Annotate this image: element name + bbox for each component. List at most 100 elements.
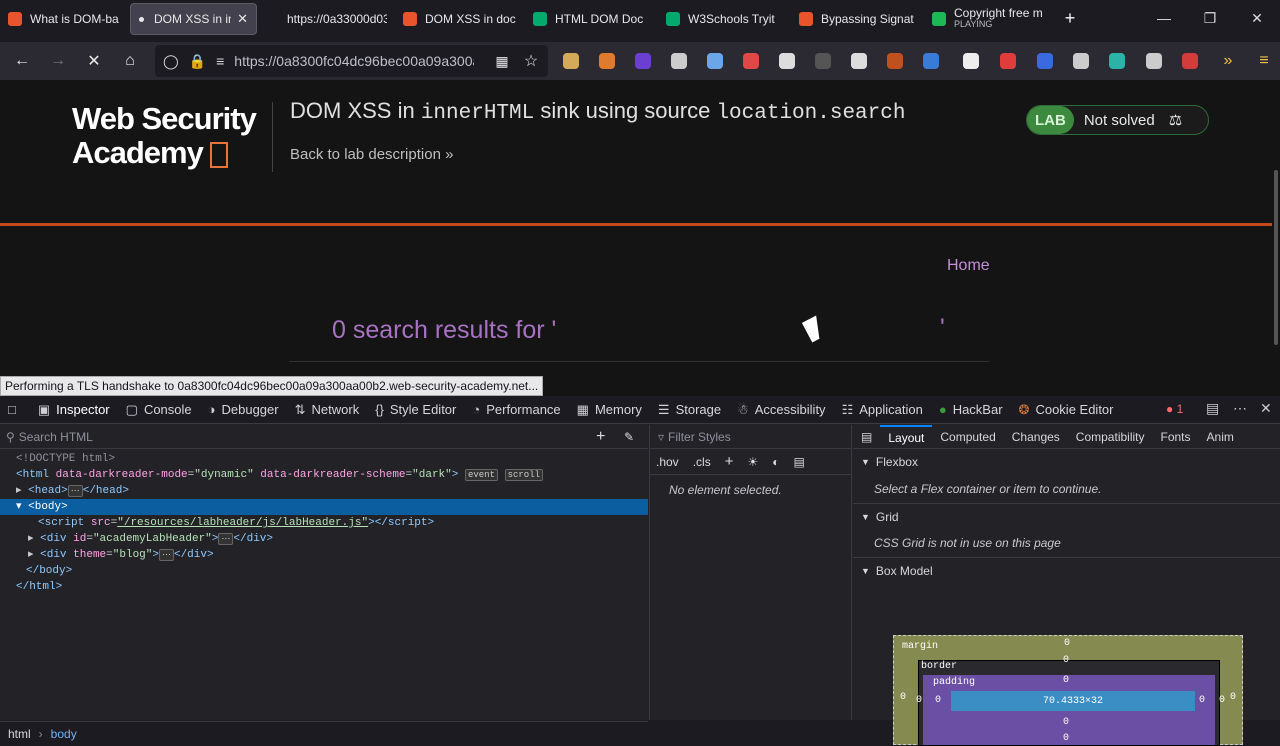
add-node-icon[interactable]: + bbox=[596, 428, 605, 446]
padding-right-value[interactable]: 0 bbox=[1199, 695, 1205, 706]
devtools-tab-application[interactable]: ☷ Application bbox=[834, 396, 931, 424]
bookmark-star-icon[interactable]: ☆ bbox=[515, 45, 547, 77]
close-devtools-icon[interactable]: ✕ bbox=[1260, 400, 1272, 417]
menu-icon[interactable]: ≡ bbox=[1248, 45, 1280, 77]
cube-extension-icon[interactable] bbox=[707, 53, 723, 69]
tree-script-node[interactable]: <script src="/resources/labheader/js/lab… bbox=[0, 515, 648, 531]
tab-changes[interactable]: Changes bbox=[1004, 425, 1068, 449]
padding-top-value[interactable]: 0 bbox=[1063, 675, 1069, 686]
red-extension-icon[interactable] bbox=[743, 53, 759, 69]
more-options-icon[interactable]: ⋯ bbox=[1233, 400, 1247, 417]
dark-mode-icon[interactable]: ◐ bbox=[772, 455, 779, 469]
tab-compatibility[interactable]: Compatibility bbox=[1068, 425, 1153, 449]
tree-html-node[interactable]: <html data-darkreader-mode="dynamic" dat… bbox=[0, 467, 648, 483]
devtools-tab-accessibility[interactable]: ☃ Accessibility bbox=[729, 396, 833, 424]
eyedropper-icon[interactable]: ✎ bbox=[624, 430, 634, 444]
devtools-tab-memory[interactable]: ▦ Memory bbox=[569, 396, 650, 424]
border-top-value[interactable]: 0 bbox=[1063, 655, 1069, 666]
devtools-tab-network[interactable]: ⇅ Network bbox=[287, 396, 368, 424]
tree-div-blog-node[interactable]: ▸ <div theme="blog"> ⋯ </div> bbox=[0, 547, 648, 563]
flexbox-section-header[interactable]: ▼ Flexbox bbox=[853, 449, 1280, 475]
browser-tab[interactable]: HTML DOM Doc bbox=[525, 3, 658, 35]
devtools-tab-inspector[interactable]: ▣ Inspector bbox=[30, 396, 118, 424]
margin-top-value[interactable]: 0 bbox=[1064, 638, 1070, 649]
page-extension-icon[interactable] bbox=[963, 53, 979, 69]
web-security-academy-logo[interactable]: Web Security Academy bbox=[72, 102, 257, 170]
close-tab-icon[interactable]: ✕ bbox=[237, 11, 248, 27]
close-window-button[interactable]: ✕ bbox=[1234, 0, 1280, 36]
dark-extension-icon[interactable] bbox=[815, 53, 831, 69]
new-tab-button[interactable]: + bbox=[1056, 4, 1084, 32]
border-left-value[interactable]: 0 bbox=[916, 695, 922, 706]
browser-tab[interactable]: W3Schools Tryit bbox=[658, 3, 791, 35]
qr-code-icon[interactable]: ▦ bbox=[486, 45, 518, 77]
cog-extension-icon[interactable] bbox=[1146, 53, 1162, 69]
gear-extension-icon[interactable] bbox=[671, 53, 687, 69]
back-arrow-icon[interactable]: ← bbox=[6, 45, 38, 77]
browser-tab[interactable]: Bypassing Signat bbox=[791, 3, 924, 35]
url-text[interactable]: https://0a8300fc04dc96bec00a09a300a bbox=[234, 53, 474, 69]
tab-fonts[interactable]: Fonts bbox=[1153, 425, 1199, 449]
sidebar-toggle-icon[interactable]: ▤ bbox=[853, 425, 880, 449]
content-box[interactable]: 70.4333×32 bbox=[951, 691, 1195, 711]
browser-tab[interactable]: DOM XSS in in ✕ bbox=[130, 3, 257, 35]
dock-side-icon[interactable]: ▤ bbox=[1206, 400, 1219, 417]
tree-head-node[interactable]: ▸ <head> ⋯ </head> bbox=[0, 483, 648, 499]
tree-body-close[interactable]: </body> bbox=[0, 563, 648, 579]
fox-extension-icon[interactable] bbox=[887, 53, 903, 69]
tree-body-node[interactable]: ▾ <body> bbox=[0, 499, 648, 515]
browser-tab[interactable]: https://0a33000d037 bbox=[257, 3, 395, 35]
padding-left-value[interactable]: 0 bbox=[935, 695, 941, 706]
cookie-extension-icon[interactable] bbox=[1182, 53, 1198, 69]
page-scrollbar[interactable] bbox=[1274, 170, 1278, 345]
globe-extension-icon[interactable] bbox=[923, 53, 939, 69]
shield-icon[interactable]: ◯ bbox=[163, 53, 179, 70]
devtools-tab-performance[interactable]: ◔ Performance bbox=[464, 396, 568, 424]
padding-bottom-value[interactable]: 0 bbox=[1063, 717, 1069, 728]
breadcrumb-body[interactable]: body bbox=[51, 727, 77, 741]
home-icon[interactable]: ⌂ bbox=[114, 45, 146, 77]
search-html-field[interactable]: ⚲ Search HTML + ✎ bbox=[0, 425, 648, 449]
wrench-extension-icon[interactable] bbox=[563, 53, 579, 69]
border-right-value[interactable]: 0 bbox=[1219, 695, 1225, 706]
browser-tab[interactable]: Copyright free m PLAYING bbox=[924, 3, 1052, 35]
filter-styles-field[interactable]: ▿ Filter Styles bbox=[650, 425, 851, 449]
stop-loading-icon[interactable]: ✕ bbox=[78, 45, 110, 77]
video-extension-icon[interactable] bbox=[1000, 53, 1016, 69]
element-picker-icon[interactable]: □ bbox=[0, 396, 30, 424]
scroll-badge[interactable]: scroll bbox=[504, 469, 543, 481]
shield-extension-icon[interactable] bbox=[1037, 53, 1053, 69]
settings-extension-icon[interactable] bbox=[779, 53, 795, 69]
add-rule-icon[interactable]: + bbox=[725, 453, 734, 470]
permissions-icon[interactable]: ≡ bbox=[216, 53, 224, 69]
event-badge[interactable]: event bbox=[464, 469, 498, 481]
burp-extension-icon[interactable] bbox=[599, 53, 615, 69]
car-extension-icon[interactable] bbox=[851, 53, 867, 69]
devtools-tab-storage[interactable]: ☰ Storage bbox=[650, 396, 729, 424]
devtools-tab-style-editor[interactable]: {} Style Editor bbox=[367, 396, 464, 424]
tree-div-header-node[interactable]: ▸ <div id="academyLabHeader"> ⋯ </div> bbox=[0, 531, 648, 547]
browser-tab[interactable]: DOM XSS in doc bbox=[395, 3, 525, 35]
tree-html-close[interactable]: </html> bbox=[0, 579, 648, 595]
margin-right-value[interactable]: 0 bbox=[1230, 692, 1236, 703]
browser-tab[interactable]: What is DOM-ba bbox=[0, 3, 130, 35]
tree-doctype[interactable]: <!DOCTYPE html> bbox=[0, 451, 648, 467]
teal-extension-icon[interactable] bbox=[1109, 53, 1125, 69]
error-count-badge[interactable]: ● 1 bbox=[1166, 402, 1183, 416]
forward-arrow-icon[interactable]: → bbox=[42, 45, 74, 77]
light-mode-icon[interactable]: ☀ bbox=[747, 455, 758, 469]
breadcrumb-html[interactable]: html bbox=[8, 727, 31, 741]
purple-extension-icon[interactable] bbox=[635, 53, 651, 69]
minimize-button[interactable]: — bbox=[1141, 0, 1187, 36]
devtools-tab-cookie-editor[interactable]: ❂ Cookie Editor bbox=[1011, 396, 1122, 424]
home-link[interactable]: Home bbox=[947, 257, 990, 275]
back-to-lab-link[interactable]: Back to lab description » bbox=[290, 146, 453, 163]
tab-computed[interactable]: Computed bbox=[932, 425, 1003, 449]
print-media-icon[interactable]: ▤ bbox=[793, 455, 804, 469]
overflow-chevrons-icon[interactable]: » bbox=[1212, 45, 1244, 77]
lock-icon[interactable]: 🔒 bbox=[189, 53, 206, 70]
devtools-tab-debugger[interactable]: ◑ Debugger bbox=[200, 396, 287, 424]
music-extension-icon[interactable] bbox=[1073, 53, 1089, 69]
hov-toggle[interactable]: .hov bbox=[656, 455, 679, 469]
cls-toggle[interactable]: .cls bbox=[693, 455, 711, 469]
